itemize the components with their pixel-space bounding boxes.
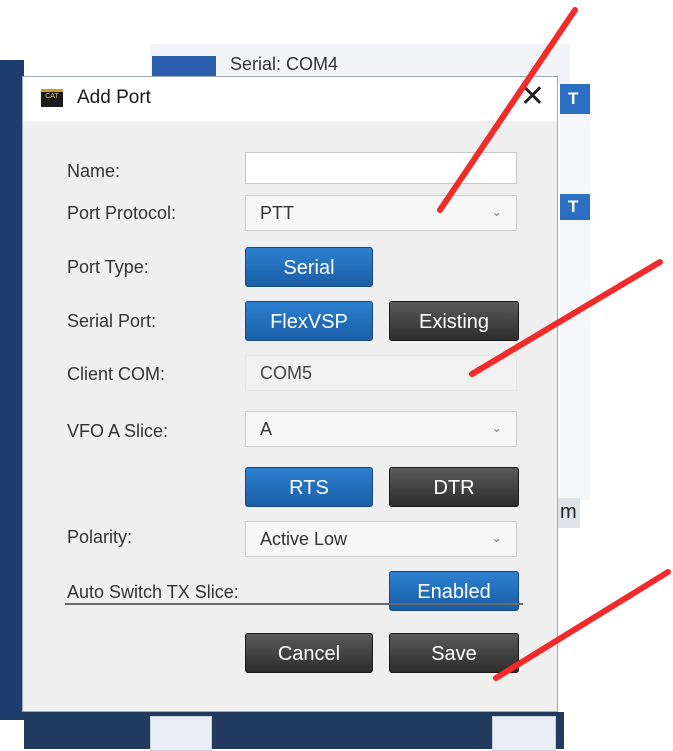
- annotation-arrow-protocol: [437, 7, 578, 213]
- annotation-arrow-client-com: [469, 259, 663, 377]
- annotation-arrows: [437, 7, 671, 681]
- annotation-arrow-save: [493, 569, 671, 681]
